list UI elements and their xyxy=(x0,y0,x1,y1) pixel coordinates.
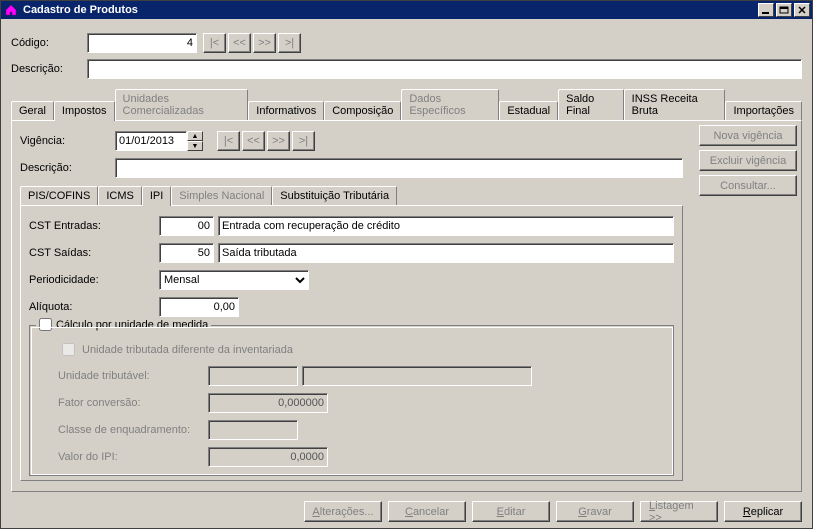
main-tab-9[interactable]: Importações xyxy=(725,101,802,120)
classe-label: Classe de enquadramento: xyxy=(58,424,208,436)
cst-entradas-code[interactable] xyxy=(159,216,214,236)
imp-descricao-input[interactable] xyxy=(115,158,683,178)
excluir-vigencia-button[interactable]: Excluir vigência xyxy=(699,150,797,171)
window-title: Cadastro de Produtos xyxy=(21,4,756,16)
footer-buttons: Alterações... Cancelar Editar Gravar Lis… xyxy=(1,501,812,522)
vig-nav-last[interactable]: >| xyxy=(292,131,315,151)
editar-button[interactable]: Editar xyxy=(472,501,550,522)
main-tabbar: GeralImpostosUnidades ComercializadasInf… xyxy=(11,89,802,120)
calculo-unidade-checkbox[interactable] xyxy=(39,318,52,331)
vig-nav-first[interactable]: |< xyxy=(217,131,240,151)
vigencia-label: Vigência: xyxy=(20,135,115,147)
periodicidade-label: Periodicidade: xyxy=(29,274,159,286)
classe-input xyxy=(208,420,298,440)
fator-label: Fator conversão: xyxy=(58,397,208,409)
main-tab-3[interactable]: Informativos xyxy=(248,101,324,120)
next-icon: >> xyxy=(258,37,271,49)
sub-tab-3: Simples Nacional xyxy=(171,186,272,205)
codigo-input[interactable] xyxy=(87,33,197,53)
nav-last-button[interactable]: >| xyxy=(278,33,301,53)
descricao-label: Descrição: xyxy=(11,63,83,75)
sub-tab-4[interactable]: Substituição Tributária xyxy=(272,186,397,205)
client-area: Código: |< << >> >| Descrição: GeralImpo… xyxy=(1,19,812,528)
nova-vigencia-button[interactable]: Nova vigência xyxy=(699,125,797,146)
main-tab-1[interactable]: Impostos xyxy=(54,101,115,121)
sub-tab-1[interactable]: ICMS xyxy=(98,186,142,205)
valoripi-input xyxy=(208,447,328,467)
calculo-unidade-fieldset: Cálculo por unidade de medida Unidade tr… xyxy=(29,325,674,476)
calculo-unidade-title: Cálculo por unidade de medida xyxy=(56,319,208,331)
sub-tab-2[interactable]: IPI xyxy=(142,186,171,206)
main-tab-6[interactable]: Estadual xyxy=(499,101,558,120)
first-icon: |< xyxy=(210,37,219,49)
alteracoes-button[interactable]: Alterações... xyxy=(304,501,382,522)
last-icon: >| xyxy=(285,37,294,49)
main-tab-5: Dados Específicos xyxy=(401,89,499,120)
ipi-page: CST Entradas: CST Saídas: Periodicidade:… xyxy=(20,205,683,481)
codigo-label: Código: xyxy=(11,37,83,49)
main-tab-2: Unidades Comercializadas xyxy=(115,89,249,120)
vigencia-down-button[interactable]: ▼ xyxy=(187,141,203,151)
cancelar-button[interactable]: Cancelar xyxy=(388,501,466,522)
cst-saidas-label: CST Saídas: xyxy=(29,247,159,259)
valoripi-label: Valor do IPI: xyxy=(58,451,208,463)
nav-prev-button[interactable]: << xyxy=(228,33,251,53)
sub-tabbar: PIS/COFINSICMSIPISimples NacionalSubstit… xyxy=(20,185,793,205)
minimize-button[interactable] xyxy=(758,3,774,17)
nav-first-button[interactable]: |< xyxy=(203,33,226,53)
titlebar: Cadastro de Produtos xyxy=(1,1,812,19)
cst-entradas-desc[interactable] xyxy=(218,216,674,236)
impostos-page: Nova vigência Excluir vigência Consultar… xyxy=(11,120,802,492)
cst-saidas-code[interactable] xyxy=(159,243,214,263)
cst-saidas-desc[interactable] xyxy=(218,243,674,263)
nav-next-button[interactable]: >> xyxy=(253,33,276,53)
gravar-button[interactable]: Gravar xyxy=(556,501,634,522)
cst-entradas-label: CST Entradas: xyxy=(29,220,159,232)
main-tab-0[interactable]: Geral xyxy=(11,101,54,120)
vigencia-input[interactable] xyxy=(115,131,187,151)
unid-invent-label: Unidade tributada diferente da inventari… xyxy=(82,344,293,356)
prev-icon: << xyxy=(233,37,246,49)
sub-tab-0[interactable]: PIS/COFINS xyxy=(20,186,98,205)
aliquota-input[interactable] xyxy=(159,297,239,317)
unid-invent-checkbox[interactable] xyxy=(62,343,75,356)
periodicidade-select[interactable]: Mensal xyxy=(159,270,309,290)
vig-nav-prev[interactable]: << xyxy=(242,131,265,151)
fator-input xyxy=(208,393,328,413)
unid-tribut-code xyxy=(208,366,298,386)
maximize-button[interactable] xyxy=(776,3,792,17)
vigencia-up-button[interactable]: ▲ xyxy=(187,131,203,141)
listagem-button[interactable]: Listagem >> xyxy=(640,501,718,522)
unid-tribut-desc xyxy=(302,366,532,386)
main-tab-7[interactable]: Saldo Final xyxy=(558,89,624,120)
consultar-button[interactable]: Consultar... xyxy=(699,175,797,196)
window: Cadastro de Produtos Código: |< << >> >|… xyxy=(0,0,813,529)
main-tab-8[interactable]: INSS Receita Bruta xyxy=(624,89,726,120)
app-home-icon xyxy=(3,2,19,18)
aliquota-label: Alíquota: xyxy=(29,301,159,313)
unid-tribut-label: Unidade tributável: xyxy=(58,370,208,382)
replicar-button[interactable]: Replicar xyxy=(724,501,802,522)
imp-descricao-label: Descrição: xyxy=(20,162,115,174)
close-button[interactable] xyxy=(794,3,810,17)
main-tab-4[interactable]: Composição xyxy=(324,101,401,120)
descricao-input[interactable] xyxy=(87,59,802,79)
vig-nav-next[interactable]: >> xyxy=(267,131,290,151)
